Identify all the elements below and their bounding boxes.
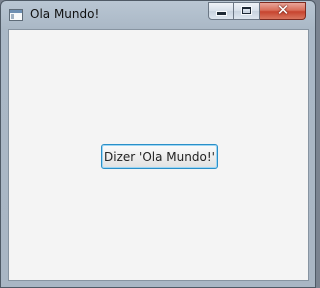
content-pane: Dizer 'Ola Mundo!' — [8, 29, 309, 281]
say-hello-button[interactable]: Dizer 'Ola Mundo!' — [101, 144, 218, 169]
minimize-button[interactable] — [208, 2, 234, 20]
title-bar[interactable]: Ola Mundo! ✕ — [1, 1, 315, 29]
maximize-button[interactable] — [234, 2, 260, 20]
maximize-icon — [242, 7, 251, 14]
close-button[interactable]: ✕ — [260, 2, 306, 20]
app-window-icon[interactable] — [9, 9, 23, 21]
close-icon: ✕ — [276, 1, 290, 19]
app-window: Ola Mundo! ✕ Dizer 'Ola Mundo!' — [0, 0, 316, 288]
minimize-icon — [217, 12, 226, 15]
window-title: Ola Mundo! — [30, 7, 100, 21]
